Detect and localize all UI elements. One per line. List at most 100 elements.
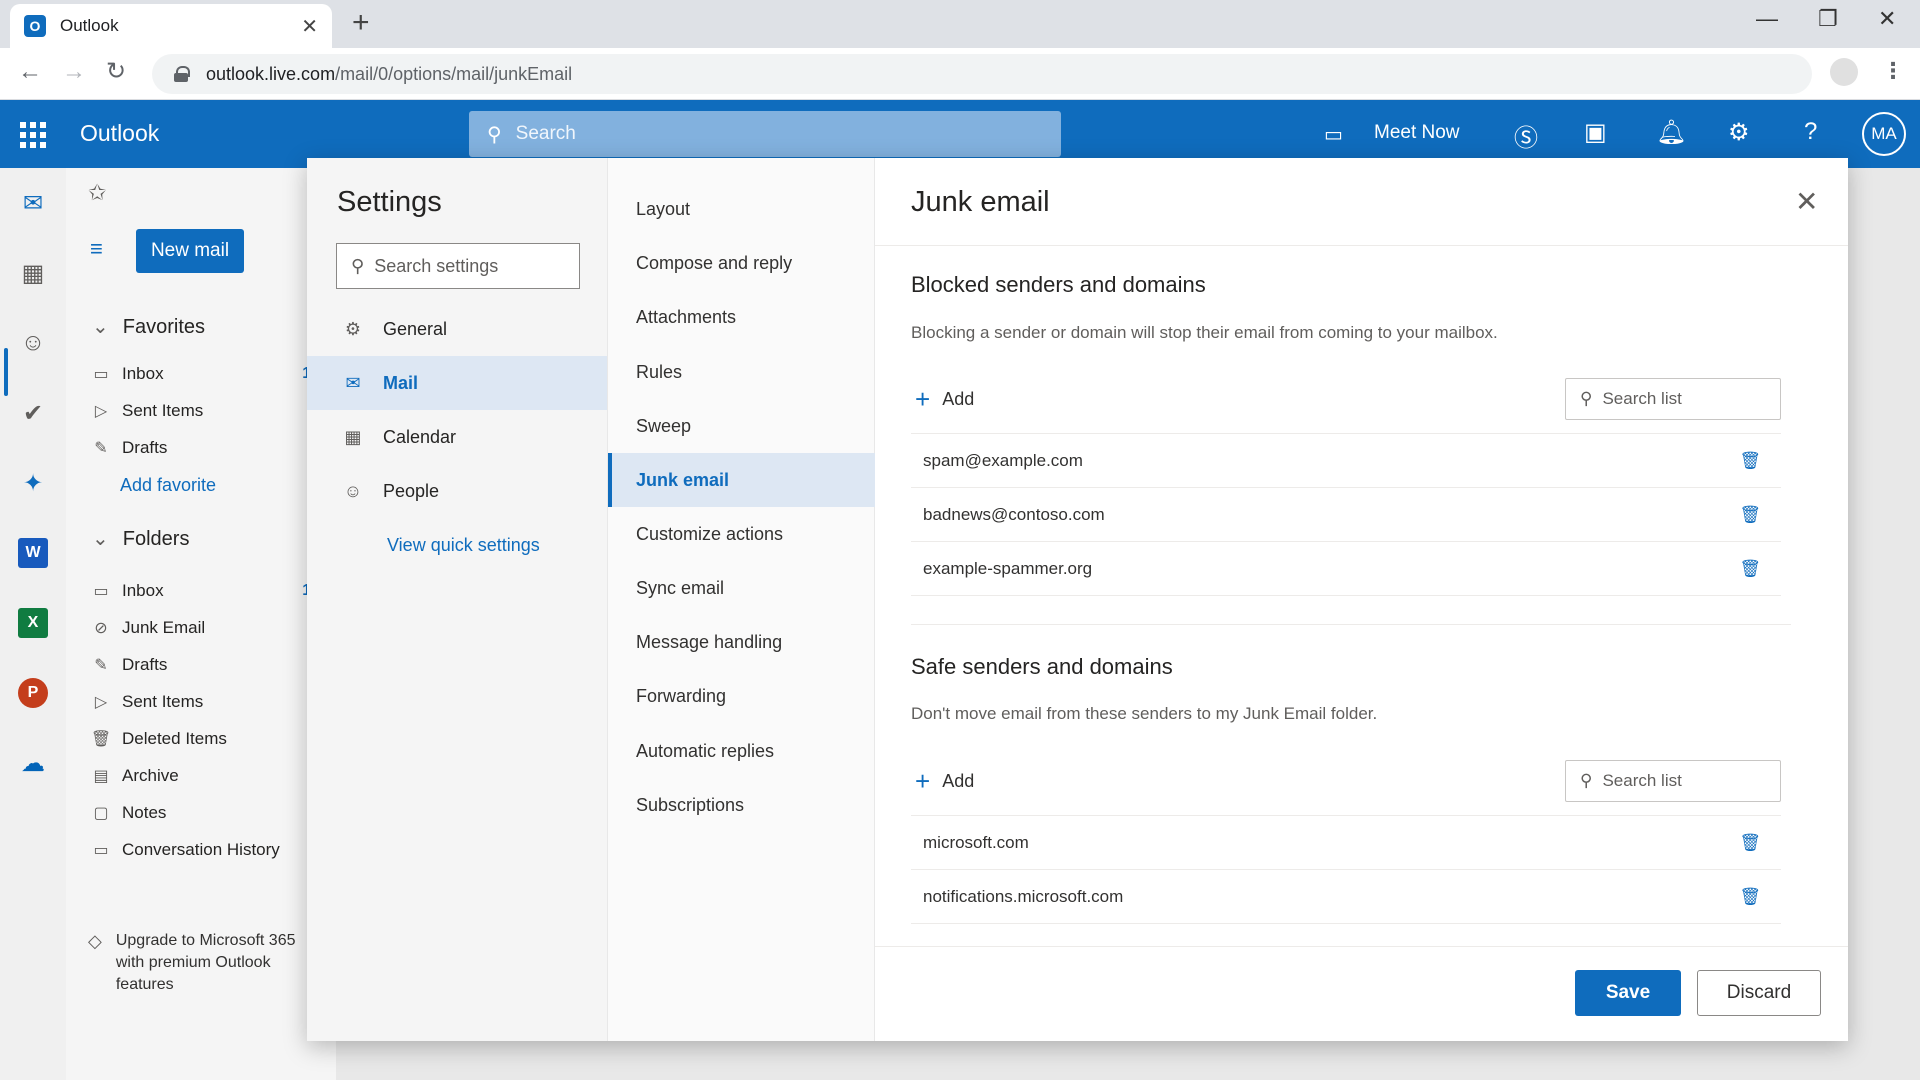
onedrive-icon[interactable]: ☁ <box>18 748 48 778</box>
folder-item[interactable]: ▭Inbox15 <box>90 581 320 601</box>
settings-search-input[interactable]: ⚲ Search settings <box>336 243 580 289</box>
safe-search-list-input[interactable]: ⚲ Search list <box>1565 760 1781 802</box>
bell-icon[interactable]: 🔔︎ <box>1656 118 1686 147</box>
subcategory-compose-and-reply[interactable]: Compose and reply <box>608 236 876 290</box>
reload-icon[interactable]: ↻ <box>106 60 126 84</box>
word-icon[interactable]: W <box>18 538 48 568</box>
view-quick-settings-link[interactable]: View quick settings <box>387 535 540 556</box>
meet-now-button[interactable]: Meet Now <box>1374 122 1460 144</box>
category-calendar[interactable]: ▦ Calendar <box>307 410 607 464</box>
trash-icon[interactable]: 🗑︎ <box>1739 833 1761 853</box>
excel-icon[interactable]: X <box>18 608 48 638</box>
subcategory-rules[interactable]: Rules <box>608 345 876 399</box>
subcategory-layout[interactable]: Layout <box>608 182 876 236</box>
gear-icon[interactable]: ⚙ <box>1728 118 1750 147</box>
pane-title: Junk email <box>911 186 1050 218</box>
close-icon[interactable]: ✕ <box>1795 188 1818 216</box>
folder-item[interactable]: ▭ Conversation History <box>90 840 320 860</box>
subcategory-automatic-replies[interactable]: Automatic replies <box>608 724 876 778</box>
category-people[interactable]: ☺ People <box>307 464 607 518</box>
subcategory-junk-email[interactable]: Junk email <box>608 453 876 507</box>
people-icon: ☺ <box>343 480 363 501</box>
browser-menu-icon[interactable]: ⋮ <box>1882 58 1904 84</box>
calendar-icon: ▦ <box>344 426 362 447</box>
app-brand: Outlook <box>80 120 160 146</box>
hamburger-icon[interactable]: ≡ <box>90 236 103 262</box>
send-icon: ▷ <box>94 694 108 711</box>
folder-item[interactable]: ✎Drafts2 <box>90 655 320 675</box>
search-placeholder: Search <box>515 123 576 144</box>
folder-item[interactable]: ▷ Sent Items <box>90 692 320 712</box>
yammer-icon[interactable]: ✦ <box>18 468 48 498</box>
tab-close-icon[interactable]: ✕ <box>301 14 318 39</box>
avatar[interactable]: MA <box>1862 112 1906 156</box>
skype-icon[interactable]: Ⓢ <box>1514 118 1538 153</box>
search-icon: ⚲ <box>1580 389 1593 408</box>
todo-icon[interactable]: ✔ <box>18 398 48 428</box>
new-tab-icon[interactable]: + <box>352 8 370 38</box>
profile-icon[interactable] <box>1830 58 1858 86</box>
help-icon[interactable]: ? <box>1804 118 1817 146</box>
subcategory-subscriptions[interactable]: Subscriptions <box>608 778 876 832</box>
subcategory-customize-actions[interactable]: Customize actions <box>608 507 876 561</box>
folder-item[interactable]: ▢ Notes <box>90 803 320 823</box>
blocked-search-list-input[interactable]: ⚲ Search list <box>1565 378 1781 420</box>
powerpoint-icon[interactable]: P <box>18 678 48 708</box>
folder-item[interactable]: ▤ Archive <box>90 766 320 786</box>
save-button[interactable]: Save <box>1575 970 1681 1016</box>
subcategory-sync-email[interactable]: Sync email <box>608 561 876 615</box>
mail-icon[interactable]: ✉ <box>18 188 48 218</box>
url-field[interactable]: outlook.live.com/mail/0/options/mail/jun… <box>152 54 1812 94</box>
junk-email-pane: Junk email ✕ Blocked senders and domains… <box>875 158 1848 1041</box>
trash-icon[interactable]: 🗑︎ <box>1739 887 1761 907</box>
forward-icon[interactable]: → <box>62 60 86 84</box>
add-favorite-link[interactable]: Add favorite <box>120 475 216 496</box>
pencil-icon: ✎ <box>94 440 108 457</box>
category-mail[interactable]: ✉ Mail <box>307 356 607 410</box>
subcategory-forwarding[interactable]: Forwarding <box>608 669 876 723</box>
discard-button[interactable]: Discard <box>1697 970 1821 1016</box>
trash-icon[interactable]: 🗑︎ <box>1739 451 1761 471</box>
people-icon[interactable]: ☺ <box>18 328 48 358</box>
favorite-item[interactable]: ✎Drafts2 <box>90 438 320 458</box>
office-icon[interactable]: ▣ <box>1584 118 1607 147</box>
video-camera-icon[interactable]: ▭ <box>1324 122 1343 147</box>
subcategory-message-handling[interactable]: Message handling <box>608 615 876 669</box>
upgrade-text: Upgrade to Microsoft 365 with premium Ou… <box>115 932 296 993</box>
folders-header[interactable]: ⌄ Folders <box>92 526 189 551</box>
back-icon[interactable]: ← <box>18 60 42 84</box>
mail-subcategories-pane: Layout Compose and reply Attachments Rul… <box>607 158 876 1041</box>
folder-item[interactable]: 🗑︎ Deleted Items <box>90 729 320 749</box>
blocked-senders-description: Blocking a sender or domain will stop th… <box>911 323 1498 342</box>
chevron-down-icon: ⌄ <box>92 316 109 338</box>
upgrade-promo[interactable]: ◇ Upgrade to Microsoft 365 with premium … <box>88 930 318 996</box>
chevron-down-icon: ⌄ <box>92 528 109 550</box>
pencil-icon: ✎ <box>94 657 108 674</box>
folder-item[interactable]: ⊘Junk Email4 <box>90 618 320 638</box>
add-blocked-sender-button[interactable]: + Add <box>915 386 974 412</box>
favorite-item[interactable]: ▷ Sent Items <box>90 401 320 421</box>
favorite-item[interactable]: ▭Inbox15 <box>90 364 320 384</box>
app-launcher-icon[interactable] <box>20 122 46 148</box>
safe-sender-row: notifications.microsoft.com 🗑︎ <box>911 869 1781 923</box>
new-mail-button[interactable]: New mail <box>136 229 244 273</box>
plus-icon: + <box>915 384 931 414</box>
restore-icon[interactable]: ❐ <box>1818 6 1838 32</box>
trash-icon[interactable]: 🗑︎ <box>1739 505 1761 525</box>
subcategory-attachments[interactable]: Attachments <box>608 290 876 344</box>
divider <box>911 595 1781 596</box>
pin-icon[interactable]: ✩ <box>88 180 106 206</box>
browser-tab[interactable]: O Outlook ✕ <box>10 4 332 48</box>
trash-icon[interactable]: 🗑︎ <box>1739 559 1761 579</box>
window-close-icon[interactable]: ✕ <box>1878 6 1896 32</box>
favorites-header[interactable]: ⌄ Favorites <box>92 314 205 339</box>
send-icon: ▷ <box>94 403 108 420</box>
minimize-icon[interactable]: — <box>1756 6 1778 32</box>
add-safe-sender-button[interactable]: + Add <box>915 768 974 794</box>
calendar-icon[interactable]: ▦ <box>18 258 48 288</box>
category-general[interactable]: ⚙ General <box>307 302 607 356</box>
divider <box>875 245 1848 246</box>
search-box[interactable]: ⚲ Search <box>469 111 1061 157</box>
subcategory-sweep[interactable]: Sweep <box>608 399 876 453</box>
trash-icon: 🗑︎ <box>90 731 112 748</box>
